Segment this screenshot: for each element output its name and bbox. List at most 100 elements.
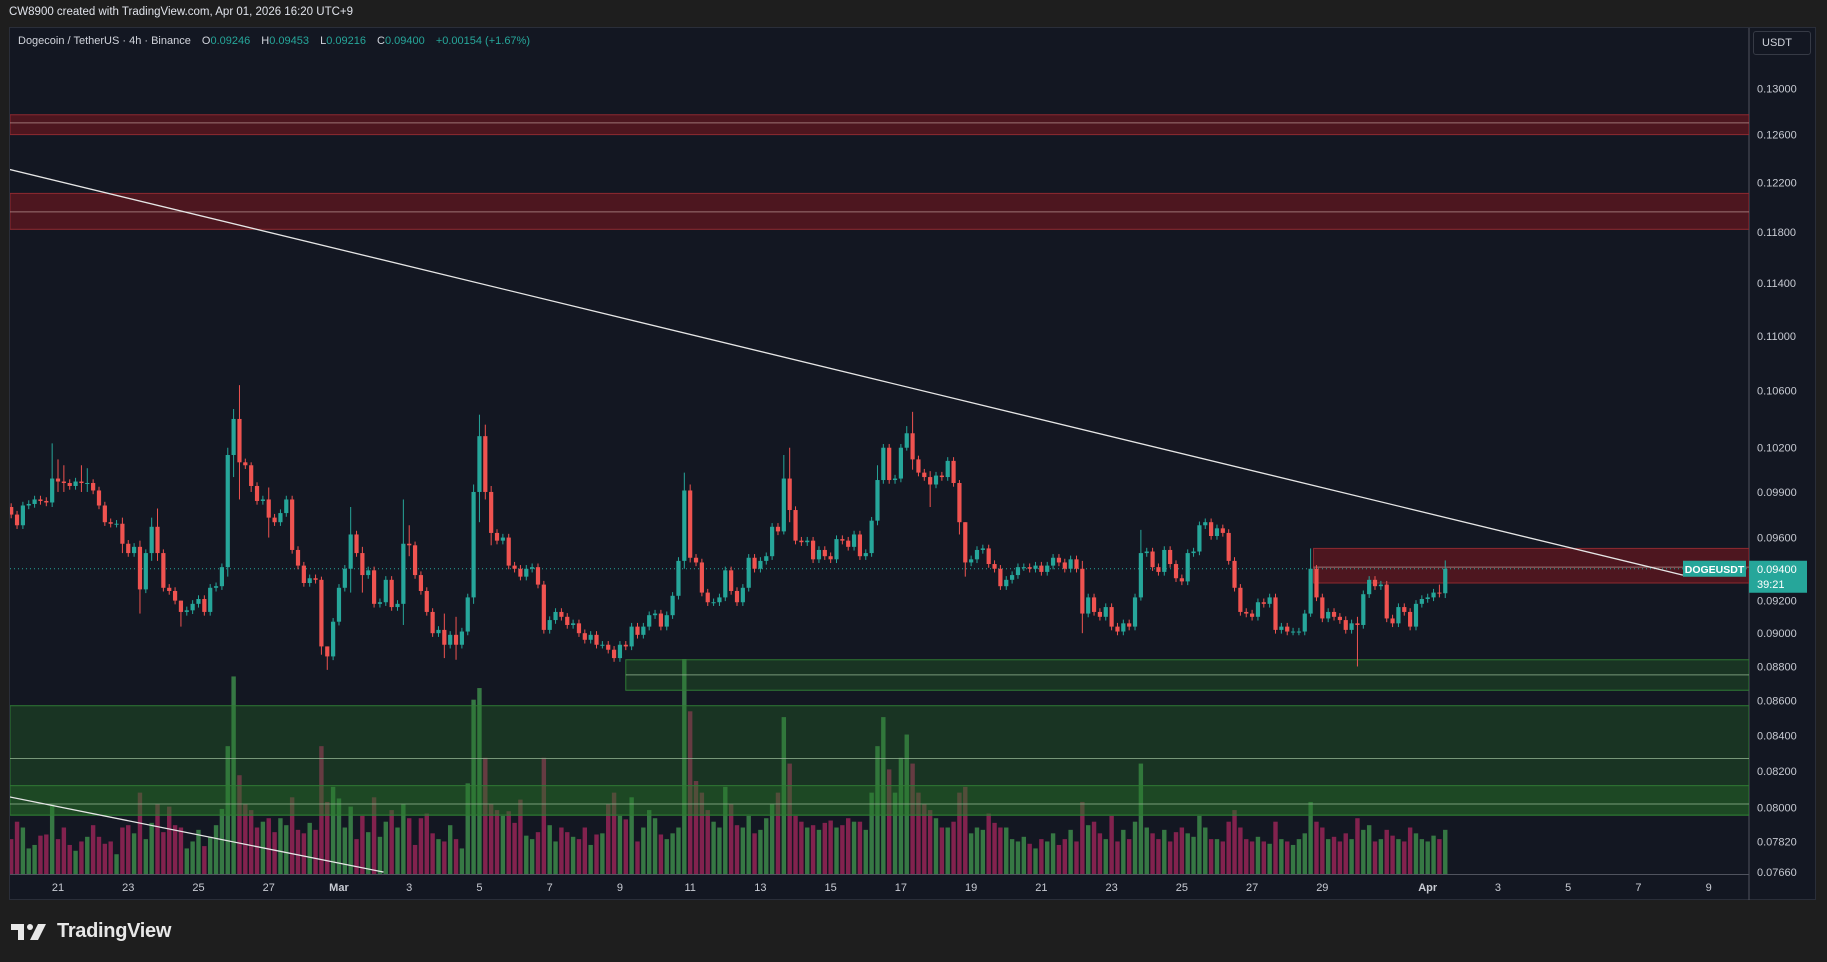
candle-body [1320, 597, 1325, 619]
volume-bar [547, 825, 552, 874]
candle-body [524, 568, 529, 577]
volume-bar [1407, 827, 1413, 874]
volume-bar [79, 841, 84, 874]
candle-body [933, 475, 939, 485]
volume-bar [1267, 843, 1272, 874]
volume-bar [927, 810, 933, 874]
volume-bar [172, 825, 178, 874]
candle-body [459, 631, 464, 645]
volume-bar [857, 821, 863, 874]
volume-bar [1244, 839, 1249, 874]
volume-bar [395, 827, 400, 874]
volume-bar [295, 829, 301, 874]
candle-body [1349, 623, 1354, 630]
candle-body [1209, 522, 1214, 537]
candle-body [143, 553, 148, 590]
candle-body [1267, 597, 1272, 604]
candle-body [126, 543, 131, 554]
volume-bar [1109, 815, 1114, 874]
candle-body [617, 644, 623, 659]
candle-body [705, 592, 710, 603]
volume-bar [851, 821, 857, 874]
volume-bar [207, 836, 213, 874]
candle-body [559, 611, 564, 617]
volume-bar [1314, 821, 1319, 874]
volume-bar [670, 833, 675, 874]
volume-bar [512, 822, 517, 874]
volume-bar [1185, 833, 1190, 874]
candle-body [664, 615, 669, 627]
candle-body [986, 548, 991, 565]
candle-body [1326, 611, 1331, 619]
candle-countdown: 39:21 [1757, 579, 1785, 591]
candle-body [108, 522, 113, 524]
volume-bar [1378, 839, 1384, 874]
price-tick-label: 0.13000 [1757, 83, 1797, 95]
candle-body [213, 586, 219, 588]
candle-body [770, 526, 775, 557]
volume-bar [1413, 833, 1419, 874]
candle-body [752, 557, 757, 569]
volume-bar [734, 825, 740, 874]
volume-bar [980, 829, 986, 874]
candle-body [430, 611, 435, 634]
candle-body [266, 499, 271, 518]
volume-bar [617, 815, 623, 874]
volume-bar [998, 827, 1003, 874]
candle-body [980, 548, 985, 550]
time-tick-label: 19 [965, 882, 977, 894]
volume-bar [1144, 827, 1149, 874]
volume-bar [366, 832, 371, 874]
volume-bar [389, 810, 394, 874]
volume-bar [863, 829, 868, 874]
candle-body [1408, 611, 1413, 627]
candle-body [453, 634, 459, 645]
volume-bar [968, 833, 974, 874]
volume-bar [1115, 841, 1120, 874]
volume-bar [553, 841, 558, 874]
candle-body [828, 556, 833, 560]
candle-body [50, 478, 55, 503]
candle-body [688, 490, 693, 558]
candle-body [96, 490, 102, 506]
price-tick-label: 0.11800 [1757, 227, 1796, 239]
candle-body [483, 436, 488, 492]
volume-bar [1361, 829, 1366, 874]
volume-bar [1343, 833, 1348, 874]
volume-bar [407, 818, 412, 874]
volume-bar [840, 825, 845, 874]
volume-bar [986, 813, 991, 874]
candle-body [1179, 578, 1184, 582]
candle-body [939, 475, 944, 478]
candle-body [1226, 532, 1231, 561]
volume-bar [1074, 841, 1079, 874]
candle-body [711, 602, 716, 604]
candle-body [998, 568, 1003, 587]
volume-bar [1027, 843, 1032, 874]
volume-bar [1325, 839, 1331, 874]
candle-body [44, 500, 49, 503]
currency-selector[interactable]: USDT [1753, 31, 1811, 55]
volume-bar [822, 822, 827, 874]
candle-body [535, 567, 541, 585]
price-tick-label: 0.12600 [1757, 130, 1797, 142]
candle-body [371, 570, 377, 604]
candle-body [1150, 551, 1155, 568]
candle-body [629, 626, 634, 647]
candlestick-chart[interactable]: 0.13000 0.12600 0.12200 0.11800 0.11400 0.110… [0, 0, 1827, 962]
volume-bar [342, 827, 348, 874]
candle-body [500, 537, 505, 541]
candle-body [102, 505, 107, 523]
volume-bar [418, 818, 424, 874]
volume-bar [126, 825, 131, 874]
candle-body [243, 462, 248, 466]
candle-body [196, 599, 201, 604]
volume-bar [213, 825, 219, 874]
candle-body [1121, 623, 1126, 632]
price-tick-label: 0.09200 [1757, 596, 1797, 608]
time-tick-label: 27 [263, 882, 275, 894]
candle-body [805, 540, 810, 543]
volume-bar [301, 833, 307, 874]
candle-body [225, 455, 230, 568]
price-tick-label: 0.12200 [1757, 177, 1797, 189]
